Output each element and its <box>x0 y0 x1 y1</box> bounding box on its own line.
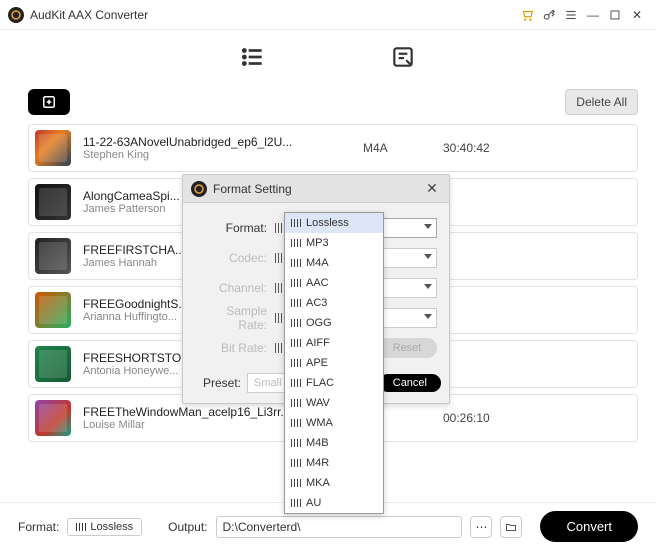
item-format: M4A <box>363 141 443 155</box>
dropdown-option[interactable]: WAV <box>285 393 383 413</box>
format-field-label: Format: <box>195 221 275 235</box>
dropdown-option[interactable]: AAC <box>285 273 383 293</box>
menu-icon[interactable] <box>560 4 582 26</box>
dialog-header: Format Setting ✕ <box>183 175 449 203</box>
cart-icon[interactable] <box>516 4 538 26</box>
bit-rate-field-label: Bit Rate: <box>195 341 275 355</box>
option-icon <box>291 499 301 507</box>
dropdown-option[interactable]: WMA <box>285 413 383 433</box>
option-icon <box>291 279 301 287</box>
item-duration: 30:40:42 <box>443 141 543 155</box>
option-icon <box>291 379 301 387</box>
option-icon <box>291 419 301 427</box>
option-icon <box>291 239 301 247</box>
thumbnail <box>35 238 71 274</box>
dropdown-option[interactable]: APE <box>285 353 383 373</box>
thumbnail <box>35 292 71 328</box>
format-chip[interactable]: Lossless <box>67 518 142 536</box>
thumbnail <box>35 346 71 382</box>
dropdown-option[interactable]: AU <box>285 493 383 513</box>
item-author: Stephen King <box>83 149 363 161</box>
option-icon <box>291 319 301 327</box>
action-bar: Delete All <box>0 84 656 120</box>
more-output-button[interactable]: ⋯ <box>470 516 492 538</box>
view-switch-bar <box>0 30 656 84</box>
dialog-title: Format Setting <box>213 182 423 196</box>
option-icon <box>291 359 301 367</box>
maximize-button[interactable] <box>604 4 626 26</box>
dialog-logo-icon <box>191 181 207 197</box>
close-button[interactable]: ✕ <box>626 4 648 26</box>
add-file-button[interactable] <box>28 89 70 115</box>
dropdown-option[interactable]: MKA <box>285 473 383 493</box>
item-duration: 00:26:10 <box>443 411 543 425</box>
dropdown-option[interactable]: M4B <box>285 433 383 453</box>
list-item[interactable]: 11-22-63ANovelUnabridged_ep6_l2U... Step… <box>28 124 638 172</box>
edit-view-icon[interactable] <box>388 42 418 72</box>
format-icon <box>76 523 86 531</box>
list-view-icon[interactable] <box>238 42 268 72</box>
option-icon <box>291 299 301 307</box>
dropdown-option[interactable]: Lossless <box>285 213 383 233</box>
sample-rate-field-label: Sample Rate: <box>195 304 275 332</box>
format-dropdown: Lossless MP3 M4A AAC AC3 OGG AIFF APE FL… <box>284 212 384 514</box>
key-icon[interactable] <box>538 4 560 26</box>
format-label: Format: <box>18 520 59 534</box>
dropdown-option[interactable]: AC3 <box>285 293 383 313</box>
thumbnail <box>35 184 71 220</box>
dialog-close-button[interactable]: ✕ <box>423 180 441 197</box>
option-icon <box>291 399 301 407</box>
option-icon <box>291 219 301 227</box>
dropdown-option[interactable]: M4R <box>285 453 383 473</box>
dropdown-option[interactable]: M4A <box>285 253 383 273</box>
option-icon <box>291 479 301 487</box>
browse-folder-button[interactable] <box>500 516 522 538</box>
thumbnail <box>35 400 71 436</box>
item-title: 11-22-63ANovelUnabridged_ep6_l2U... <box>83 135 363 149</box>
dropdown-option[interactable]: FLAC <box>285 373 383 393</box>
cancel-button[interactable]: Cancel <box>379 374 441 392</box>
option-icon <box>291 259 301 267</box>
codec-field-label: Codec: <box>195 251 275 265</box>
format-value: Lossless <box>90 521 133 533</box>
option-icon <box>291 439 301 447</box>
output-path-input[interactable]: D:\Converterd\ <box>216 516 463 538</box>
dropdown-option[interactable]: MP3 <box>285 233 383 253</box>
app-logo-icon <box>8 7 24 23</box>
convert-button[interactable]: Convert <box>540 511 638 542</box>
app-title: AudKit AAX Converter <box>30 8 516 22</box>
output-label: Output: <box>168 520 207 534</box>
channel-field-label: Channel: <box>195 281 275 295</box>
dropdown-option[interactable]: OGG <box>285 313 383 333</box>
dropdown-option[interactable]: AIFF <box>285 333 383 353</box>
delete-all-button[interactable]: Delete All <box>565 89 638 115</box>
reset-button[interactable]: Reset <box>377 338 437 358</box>
option-icon <box>291 459 301 467</box>
titlebar: AudKit AAX Converter — ✕ <box>0 0 656 30</box>
preset-label: Preset: <box>203 376 241 390</box>
thumbnail <box>35 130 71 166</box>
option-icon <box>291 339 301 347</box>
minimize-button[interactable]: — <box>582 4 604 26</box>
